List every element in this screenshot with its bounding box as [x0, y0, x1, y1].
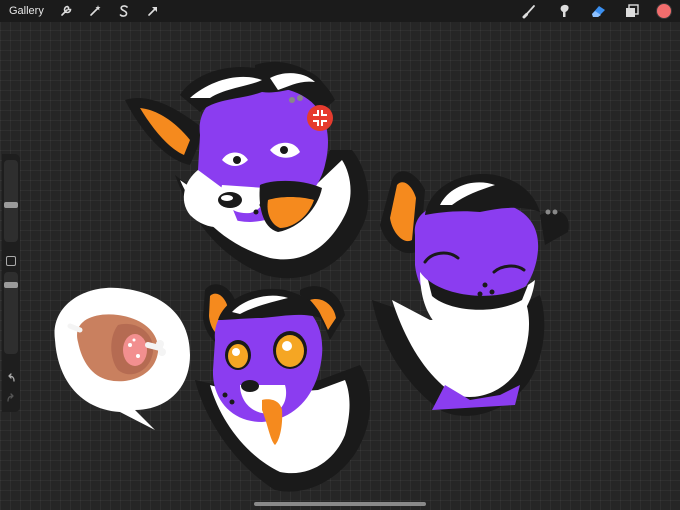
home-indicator[interactable]: [254, 502, 426, 506]
character-head-grinning: [372, 171, 569, 416]
drawing-canvas[interactable]: [0, 0, 680, 510]
character-head-angry: [125, 61, 369, 279]
character-head-hungry: [195, 284, 371, 492]
thought-bubble-meat: [54, 287, 191, 430]
